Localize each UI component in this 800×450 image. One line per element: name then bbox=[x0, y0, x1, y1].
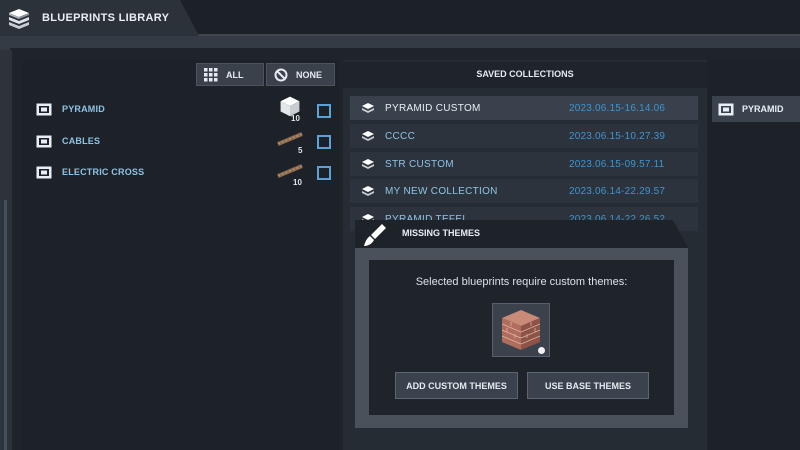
select-all-button[interactable]: ALL bbox=[196, 63, 264, 86]
paintbrush-icon bbox=[364, 224, 386, 246]
selected-blueprint-item[interactable]: PYRAMID bbox=[712, 96, 800, 122]
blueprint-count: 5 bbox=[298, 146, 303, 155]
collections-title: SAVED COLLECTIONS bbox=[476, 69, 574, 79]
collection-row[interactable]: STR CUSTOM 2023.06.15-09.57.11 bbox=[350, 152, 698, 176]
blueprint-item[interactable]: CABLES bbox=[36, 132, 100, 150]
collection-name: CCCC bbox=[385, 130, 416, 142]
blueprint-checkbox[interactable] bbox=[317, 135, 331, 149]
blueprint-label: PYRAMID bbox=[62, 104, 105, 114]
frame-left-accent bbox=[4, 200, 7, 450]
collection-icon bbox=[362, 159, 374, 169]
add-custom-themes-button[interactable]: ADD CUSTOM THEMES bbox=[395, 372, 518, 399]
collection-icon bbox=[362, 186, 374, 196]
stacked-blueprints-icon bbox=[9, 9, 29, 29]
collection-name: STR CUSTOM bbox=[385, 158, 454, 170]
prohibited-icon bbox=[274, 68, 288, 81]
blueprint-icon bbox=[36, 135, 52, 147]
modal-title: MISSING THEMES bbox=[402, 228, 481, 238]
blueprint-label: ELECTRIC CROSS bbox=[62, 167, 145, 177]
blueprint-item[interactable]: ELECTRIC CROSS bbox=[36, 163, 144, 181]
collection-name: MY NEW COLLECTION bbox=[385, 185, 498, 197]
collection-date: 2023.06.15-09.57.11 bbox=[569, 158, 665, 170]
collection-name: PYRAMID CUSTOM bbox=[385, 102, 481, 114]
collection-icon bbox=[362, 103, 374, 113]
blueprint-count: 10 bbox=[293, 178, 302, 187]
collection-row[interactable]: MY NEW COLLECTION 2023.06.14-22.29.57 bbox=[350, 179, 698, 203]
dialog-message: Selected blueprints require custom theme… bbox=[415, 276, 628, 288]
blueprint-checkbox[interactable] bbox=[317, 104, 331, 118]
blueprint-icon bbox=[718, 103, 734, 115]
collection-date: 2023.06.14-22.29.57 bbox=[569, 185, 666, 197]
theme-status-dot bbox=[538, 347, 545, 354]
grid-icon bbox=[204, 67, 218, 81]
select-all-label: ALL bbox=[226, 69, 244, 80]
blueprint-count: 10 bbox=[291, 114, 300, 123]
page-title: BLUEPRINTS LIBRARY bbox=[42, 12, 170, 24]
blueprint-item[interactable]: PYRAMID bbox=[36, 100, 105, 118]
use-base-themes-button[interactable]: USE BASE THEMES bbox=[527, 372, 649, 399]
select-none-label: NONE bbox=[296, 69, 323, 80]
blueprint-label: CABLES bbox=[62, 136, 101, 146]
collection-date: 2023.06.15-10.27.39 bbox=[569, 130, 666, 142]
collection-row[interactable]: PYRAMID CUSTOM 2023.06.15-16.14.06 bbox=[350, 96, 698, 120]
collection-row[interactable]: CCCC 2023.06.15-10.27.39 bbox=[350, 124, 698, 148]
select-none-button[interactable]: NONE bbox=[266, 63, 335, 86]
collection-date: 2023.06.15-16.14.06 bbox=[569, 102, 666, 114]
blueprint-icon bbox=[36, 166, 52, 178]
collection-icon bbox=[362, 131, 374, 141]
blueprint-checkbox[interactable] bbox=[317, 166, 331, 180]
selected-blueprint-label: PYRAMID bbox=[742, 104, 784, 114]
blueprint-icon bbox=[36, 103, 52, 115]
